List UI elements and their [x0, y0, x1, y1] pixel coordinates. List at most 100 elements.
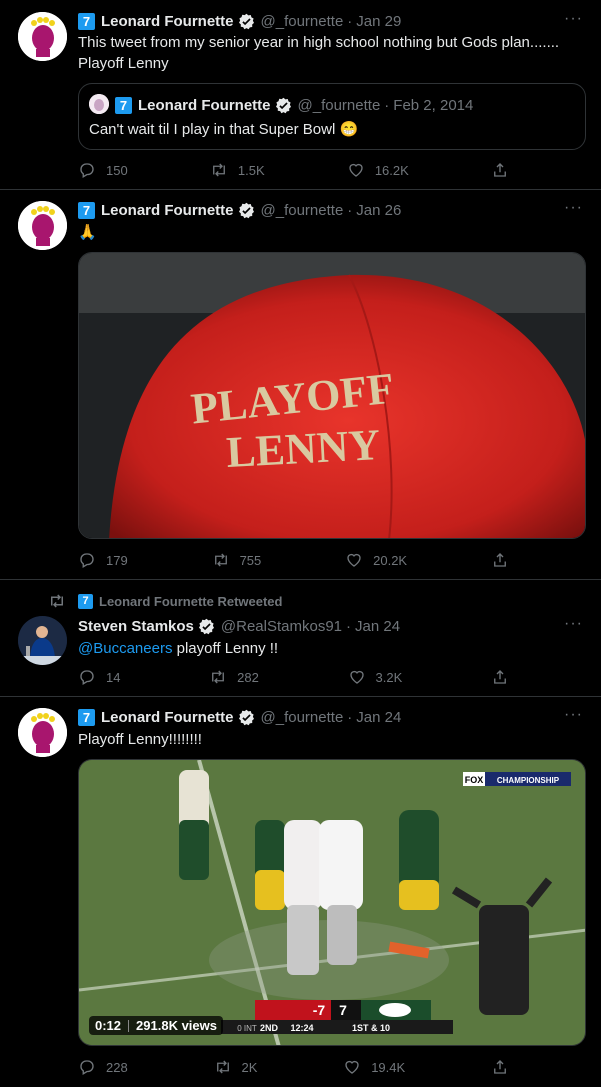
author-handle[interactable]: @_fournette — [261, 709, 344, 726]
tweet-2[interactable]: 7 Leonard Fournette @_fournette · Jan 26… — [0, 190, 601, 580]
cap-text-line2: LENNY — [225, 420, 381, 477]
share-button[interactable] — [491, 666, 509, 688]
divider — [128, 1019, 130, 1032]
tweet-date[interactable]: Jan 29 — [356, 13, 401, 30]
share-icon — [494, 1060, 506, 1074]
retweet-button[interactable]: 1.5K — [210, 159, 265, 181]
share-icon — [494, 163, 506, 177]
tweet-4[interactable]: 7 Leonard Fournette @_fournette · Jan 24… — [0, 697, 601, 1087]
like-button[interactable]: 19.4K — [343, 1056, 405, 1078]
tweet-date[interactable]: Jan 24 — [356, 709, 401, 726]
like-count: 19.4K — [371, 1059, 406, 1075]
avatar[interactable] — [18, 708, 67, 757]
action-bar: 228 2K 19.4K — [78, 1056, 509, 1078]
verified-icon — [198, 618, 214, 634]
fox-network-label: FOX — [465, 775, 484, 785]
quoted-tweet[interactable]: 7 Leonard Fournette @_fournette · Feb 2,… — [78, 83, 586, 150]
verified-icon — [238, 202, 254, 218]
tweet-video[interactable]: FOX CHAMPIONSHIP -7 7 0 INT 2ND 12:24 1S… — [78, 759, 586, 1046]
reply-button[interactable]: 14 — [78, 666, 120, 688]
retweet-label[interactable]: Leonard Fournette Retweeted — [99, 594, 282, 609]
share-button[interactable] — [491, 1056, 509, 1078]
reply-button[interactable]: 179 — [78, 549, 128, 571]
author-name[interactable]: Leonard Fournette — [101, 202, 234, 219]
separator: · — [384, 96, 390, 114]
tweet-text: This tweet from my senior year in high s… — [78, 34, 560, 72]
author-name[interactable]: Leonard Fournette — [101, 709, 234, 726]
like-count: 3.2K — [375, 669, 403, 685]
jersey-badge-icon: 7 — [78, 12, 95, 30]
jersey-badge-icon: 7 — [115, 96, 132, 114]
reply-icon — [80, 553, 94, 568]
timeouts-label: 0 INT — [237, 1024, 257, 1033]
retweet-count: 755 — [239, 552, 262, 568]
heart-icon — [345, 1060, 359, 1074]
like-button[interactable]: 20.2K — [345, 549, 407, 571]
retweet-icon — [212, 163, 225, 177]
tweet-date[interactable]: Jan 24 — [355, 618, 400, 635]
like-button[interactable]: 16.2K — [347, 159, 409, 181]
author-name[interactable]: Steven Stamkos — [78, 618, 194, 635]
retweet-count: 2K — [241, 1059, 258, 1075]
score-left: -7 — [313, 1002, 326, 1018]
fox-logo: FOX CHAMPIONSHIP — [463, 772, 571, 786]
verified-icon — [275, 97, 291, 113]
action-bar: 14 282 3.2K — [78, 666, 509, 688]
more-options-icon[interactable]: ··· — [564, 615, 583, 633]
share-button[interactable] — [491, 549, 509, 571]
like-button[interactable]: 3.2K — [348, 666, 403, 688]
tweet-3[interactable]: 7 Leonard Fournette Retweeted Steven Sta… — [0, 580, 601, 697]
more-options-icon[interactable]: ··· — [564, 10, 583, 28]
verified-icon — [238, 709, 254, 725]
tweet-image[interactable]: PLAYOFF LENNY — [78, 252, 586, 539]
retweet-icon — [51, 594, 63, 608]
retweet-button[interactable]: 282 — [209, 666, 259, 688]
separator: · — [347, 12, 353, 30]
jersey-badge-icon: 7 — [78, 201, 95, 219]
heart-icon — [349, 670, 364, 684]
avatar[interactable] — [18, 616, 67, 665]
fox-tag-label: CHAMPIONSHIP — [497, 776, 560, 785]
video-views: 291.8K views — [136, 1018, 217, 1033]
reply-button[interactable]: 228 — [78, 1056, 128, 1078]
separator: · — [347, 708, 353, 726]
clock-label: 12:24 — [290, 1023, 313, 1033]
mention-link[interactable]: @Buccaneers — [78, 640, 172, 657]
quarter-label: 2ND — [260, 1023, 279, 1033]
reply-count: 14 — [106, 669, 121, 685]
video-overlay: 0:12 291.8K views — [89, 1016, 223, 1035]
author-handle[interactable]: @RealStamkos91 — [221, 618, 342, 635]
avatar[interactable] — [18, 12, 67, 61]
avatar[interactable] — [18, 201, 67, 250]
share-icon — [494, 670, 506, 684]
heart-icon — [349, 163, 363, 177]
video-duration: 0:12 — [95, 1018, 122, 1033]
more-options-icon[interactable]: ··· — [564, 199, 583, 217]
author-name[interactable]: Leonard Fournette — [101, 13, 234, 30]
quote-header: 7 Leonard Fournette @_fournette · Feb 2,… — [115, 94, 473, 116]
score-right: 7 — [339, 1002, 347, 1018]
share-button[interactable] — [491, 159, 509, 181]
reply-button[interactable]: 150 — [78, 159, 128, 181]
scorebug: -7 7 0 INT 2ND 12:24 1ST & 10 — [221, 1000, 453, 1034]
reply-count: 150 — [106, 162, 128, 178]
author-handle[interactable]: @_fournette — [261, 13, 344, 30]
author-handle[interactable]: @_fournette — [261, 202, 344, 219]
tweet-1[interactable]: 7 Leonard Fournette @_fournette · Jan 29… — [0, 0, 601, 190]
reply-icon — [80, 163, 94, 178]
like-count: 20.2K — [373, 552, 408, 568]
retweet-icon — [216, 1060, 229, 1074]
tweet-text: @Buccaneers playoff Lenny !! — [78, 638, 581, 659]
quote-date: Feb 2, 2014 — [393, 96, 474, 114]
reply-icon — [80, 670, 94, 685]
quote-text: Can't wait til I play in that Super Bowl… — [89, 121, 359, 138]
like-count: 16.2K — [374, 162, 409, 178]
quote-author-handle: @_fournette — [297, 96, 381, 114]
tweet-date[interactable]: Jan 26 — [356, 202, 401, 219]
retweet-button[interactable]: 2K — [214, 1056, 258, 1078]
more-options-icon[interactable]: ··· — [564, 706, 583, 724]
tweet-text: Playoff Lenny!!!!!!!! — [78, 731, 202, 748]
tweet-text: 🙏 — [78, 224, 97, 241]
retweet-button[interactable]: 755 — [212, 549, 262, 571]
jersey-badge-icon: 7 — [78, 593, 93, 609]
